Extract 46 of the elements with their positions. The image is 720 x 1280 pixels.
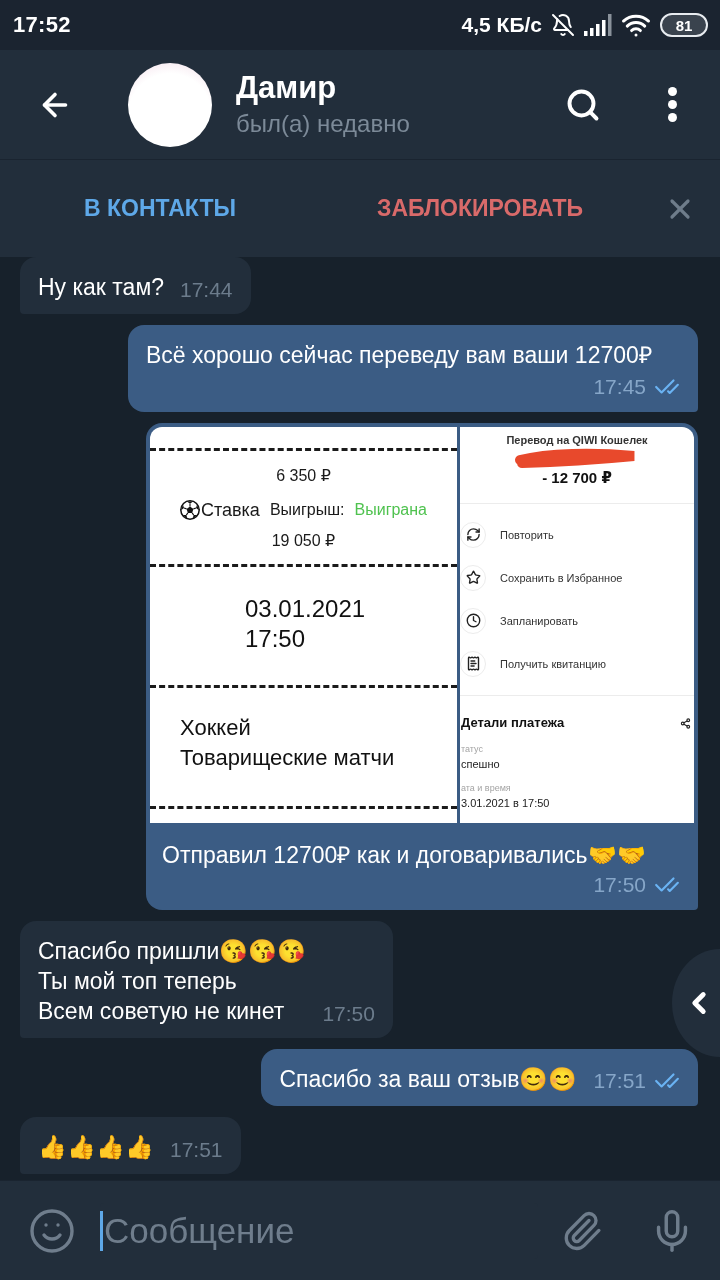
- message-time: 17:51: [593, 1069, 646, 1093]
- emoji-icon[interactable]: [28, 1206, 76, 1255]
- action-label: Получить квитанцию: [500, 656, 606, 671]
- bet-result: Выиграна: [354, 500, 427, 520]
- last-seen-status: был(а) недавно: [236, 109, 410, 139]
- message-time: 17:50: [322, 1002, 375, 1026]
- details-title: Детали платежа: [461, 714, 565, 732]
- detail-value: 3.01.2021 в 17:50: [461, 796, 550, 810]
- message-text: Ну как там?: [38, 273, 164, 302]
- payout-label: Выигрыш:: [269, 500, 345, 520]
- action-label: Повторить: [500, 527, 554, 542]
- message-time: 17:51: [170, 1138, 223, 1162]
- message-text: Спасибо пришли😘😘😘 Ты мой топ теперь Всем советую не кинет: [38, 937, 307, 1026]
- more-icon: [667, 87, 677, 122]
- stake-label: Ставка: [201, 499, 260, 521]
- message-text: Всё хорошо сейчас переведу вам ваши 12700₽: [146, 341, 652, 370]
- sport-name: Хоккей: [180, 714, 251, 742]
- soccer-ball-icon: [180, 500, 200, 520]
- bell-off-icon: [551, 13, 575, 37]
- signal-icon: [584, 14, 612, 36]
- payment-amount: - 12 700 ₽: [542, 469, 612, 487]
- bet-date: 03.01.2021: [245, 594, 366, 624]
- action-label: Сохранить в Избранное: [500, 570, 623, 585]
- message-time: 17:44: [180, 278, 233, 302]
- detail-label: татус: [461, 743, 483, 755]
- message-text: Спасибо за ваш отзыв😊😊: [279, 1065, 578, 1094]
- message-time: 17:50: [593, 873, 646, 897]
- payment-title: Перевод на QIWI Кошелек: [506, 433, 648, 447]
- text-cursor: [100, 1210, 103, 1251]
- message-time: 17:45: [593, 375, 646, 399]
- contact-name: Дамир: [236, 70, 337, 106]
- detail-value: спешно: [461, 757, 500, 771]
- network-speed: 4,5 КБ/с: [461, 13, 542, 37]
- stake-amount: 6 350 ₽: [276, 466, 331, 486]
- league-name: Товарищеские матчи: [180, 744, 395, 772]
- action-label: Запланировать: [500, 613, 579, 628]
- bet-time: 17:50: [245, 624, 306, 654]
- status-time: 17:52: [13, 12, 71, 38]
- payout-amount: 19 050 ₽: [271, 531, 336, 551]
- detail-label: ата и время: [461, 782, 511, 794]
- block-button[interactable]: ЗАБЛОКИРОВАТЬ: [373, 189, 587, 228]
- add-contact-button[interactable]: В КОНТАКТЫ: [80, 189, 240, 228]
- share-icon: [680, 717, 691, 729]
- message-text: Отправил 12700₽ как и договаривались🤝🤝: [162, 841, 646, 870]
- message-text: 👍👍👍👍: [38, 1133, 154, 1162]
- battery-percentage: 81: [660, 13, 708, 37]
